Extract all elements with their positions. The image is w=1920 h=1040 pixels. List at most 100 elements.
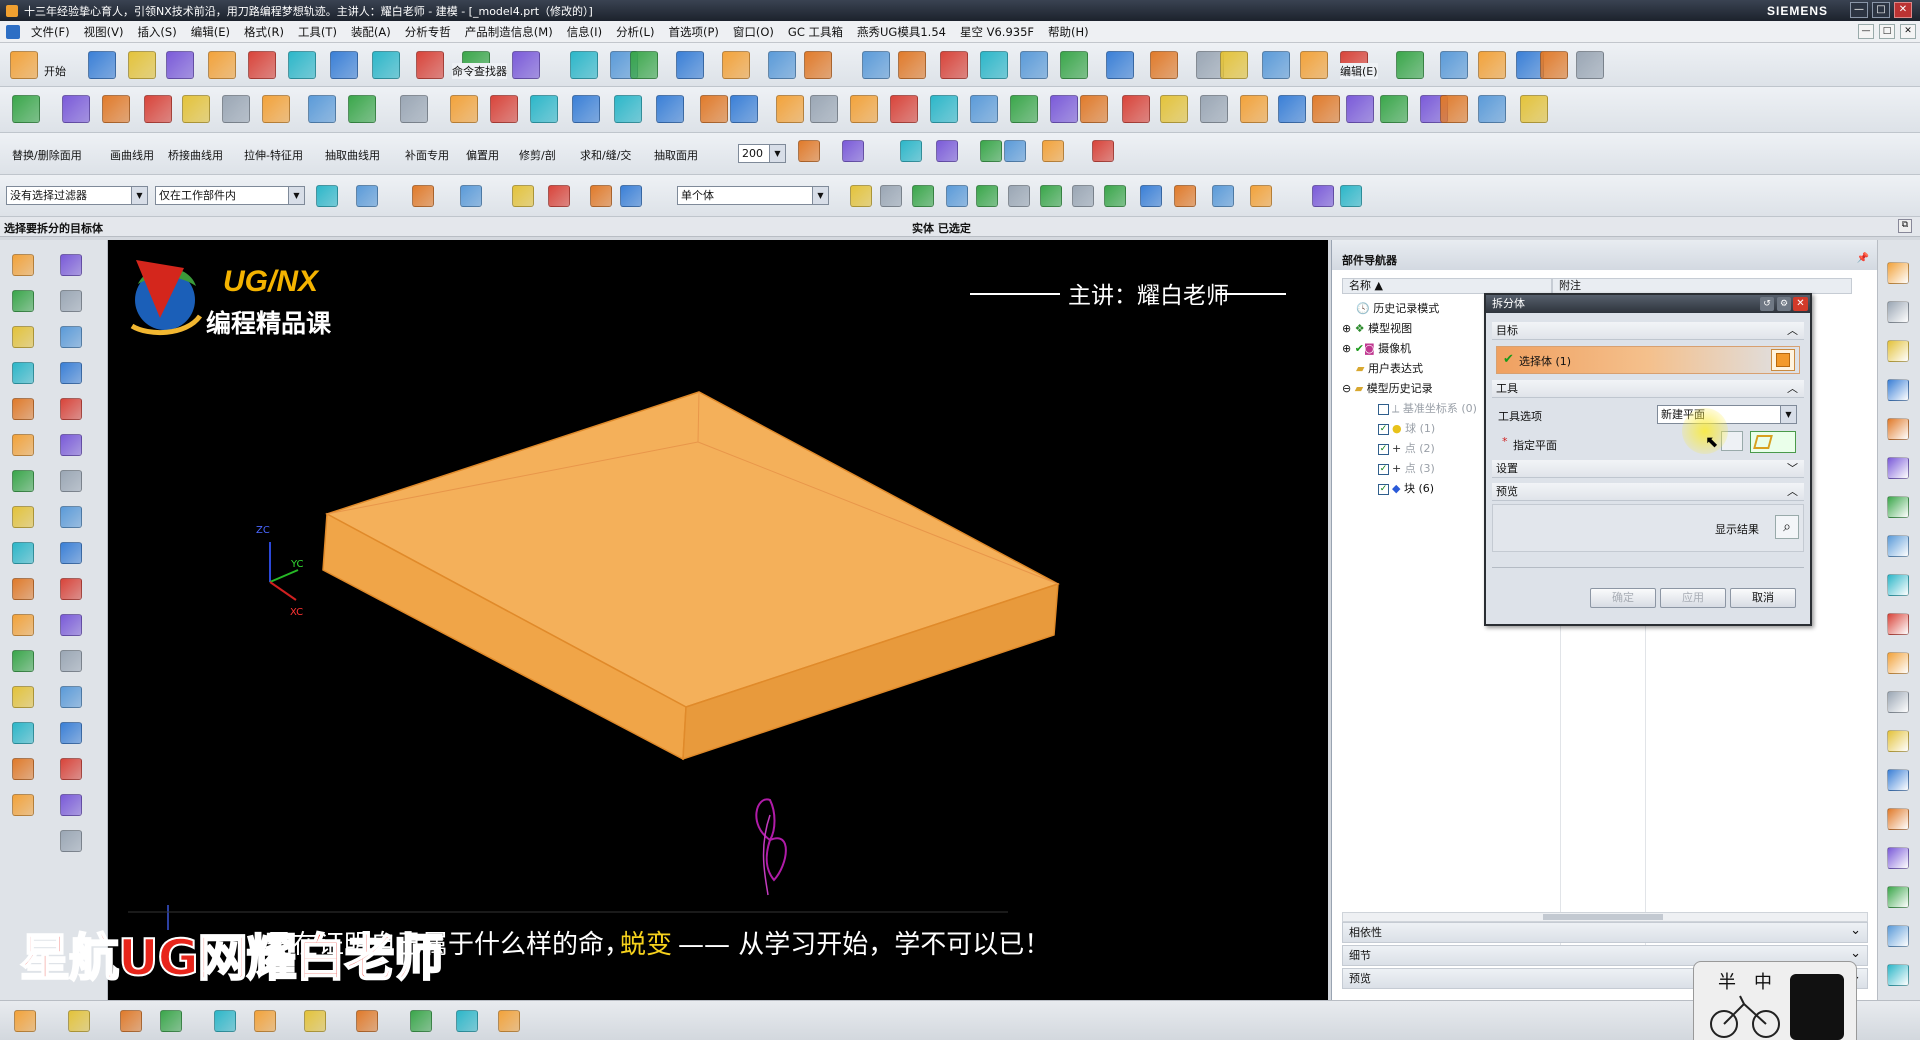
- column-note-header[interactable]: 附注: [1552, 278, 1852, 294]
- row1-tool-icon-19[interactable]: [862, 51, 890, 79]
- resource-tab-icon-17[interactable]: [1887, 925, 1909, 947]
- row2-tool-icon-26[interactable]: [1080, 95, 1108, 123]
- left-tool-icon-12-1[interactable]: [60, 686, 82, 708]
- bottom-tool-icon-5[interactable]: [254, 1010, 276, 1032]
- row2-tool-icon-29[interactable]: [1200, 95, 1228, 123]
- row2-tool-icon-8[interactable]: [348, 95, 376, 123]
- row2-tool-icon-30[interactable]: [1240, 95, 1268, 123]
- row2-tool-icon-38[interactable]: [1520, 95, 1548, 123]
- bottom-tool-icon-10[interactable]: [498, 1010, 520, 1032]
- magnifier-icon[interactable]: ⌕: [1775, 515, 1799, 539]
- resource-tab-icon-11[interactable]: [1887, 691, 1909, 713]
- menu-item-4[interactable]: 格式(R): [237, 24, 291, 40]
- resource-tab-icon-4[interactable]: [1887, 418, 1909, 440]
- row1-tool-icon-16[interactable]: [722, 51, 750, 79]
- row2-tool-icon-7[interactable]: [308, 95, 336, 123]
- minimize-button[interactable]: —: [1850, 2, 1868, 18]
- row2-tool-icon-31[interactable]: [1278, 95, 1306, 123]
- pin-icon[interactable]: 📌: [1857, 253, 1869, 264]
- row2-tool-icon-5[interactable]: [222, 95, 250, 123]
- left-tool-icon-12-0[interactable]: [12, 686, 34, 708]
- left-tool-icon-10-1[interactable]: [60, 614, 82, 636]
- left-tool-icon-9-1[interactable]: [60, 578, 82, 600]
- row4-tool-icon-7[interactable]: [620, 185, 642, 207]
- row2-tool-icon-28[interactable]: [1160, 95, 1188, 123]
- resource-tab-icon-15[interactable]: [1887, 847, 1909, 869]
- row1-tool-icon-25[interactable]: [1106, 51, 1134, 79]
- column-name-header[interactable]: 名称 ▲: [1342, 278, 1552, 294]
- checkbox[interactable]: [1378, 403, 1389, 415]
- tree-item-model-views[interactable]: ⊕ ❖ 模型视图: [1342, 320, 1412, 336]
- row2-tool-icon-37[interactable]: [1478, 95, 1506, 123]
- row2-tool-icon-18[interactable]: [776, 95, 804, 123]
- row1-tool-icon-1[interactable]: [88, 51, 116, 79]
- row1-tool-icon-26[interactable]: [1150, 51, 1178, 79]
- left-tool-icon-0-1[interactable]: [60, 254, 82, 276]
- section-preview[interactable]: 预览 ︿: [1492, 483, 1804, 501]
- expand-icon[interactable]: ⊕: [1342, 322, 1351, 335]
- left-tool-icon-2-1[interactable]: [60, 326, 82, 348]
- row4-tool-icon-10[interactable]: [912, 185, 934, 207]
- row1-tool-icon-14[interactable]: [630, 51, 658, 79]
- row4-tool-icon-18[interactable]: [1174, 185, 1196, 207]
- row4-tool-icon-4[interactable]: [512, 185, 534, 207]
- custom-menu-6[interactable]: 偏置用: [466, 147, 499, 163]
- row1-tool-icon-6[interactable]: [288, 51, 316, 79]
- row2-tool-icon-13[interactable]: [572, 95, 600, 123]
- resource-tab-icon-3[interactable]: [1887, 379, 1909, 401]
- row2-tool-icon-32[interactable]: [1312, 95, 1340, 123]
- row3-tool-icon-0[interactable]: [798, 140, 820, 162]
- row2-tool-icon-10[interactable]: [450, 95, 478, 123]
- row3-tool-icon-3[interactable]: [936, 140, 958, 162]
- menu-item-5[interactable]: 工具(T): [291, 24, 344, 40]
- tree-item-point-2[interactable]: ✓ + 点 (2): [1378, 440, 1435, 456]
- custom-menu-5[interactable]: 补面专用: [405, 147, 449, 163]
- dialog-close-button[interactable]: ✕: [1793, 297, 1808, 311]
- row2-tool-icon-27[interactable]: [1122, 95, 1150, 123]
- checkbox[interactable]: ✓: [1378, 443, 1389, 455]
- row1-tool-icon-20[interactable]: [898, 51, 926, 79]
- row1-tool-icon-15[interactable]: [676, 51, 704, 79]
- custom-menu-8[interactable]: 求和/缝/交: [580, 147, 631, 163]
- row1-tool-icon-4[interactable]: [208, 51, 236, 79]
- left-tool-icon-10-0[interactable]: [12, 614, 34, 636]
- menu-item-7[interactable]: 分析专哲: [398, 24, 458, 40]
- left-tool-icon-9-0[interactable]: [12, 578, 34, 600]
- resource-tab-icon-6[interactable]: [1887, 496, 1909, 518]
- left-tool-icon-11-0[interactable]: [12, 650, 34, 672]
- tree-item-cameras[interactable]: ⊕ ✔◙ 摄像机: [1342, 340, 1411, 356]
- bottom-tool-icon-1[interactable]: [68, 1010, 90, 1032]
- left-tool-icon-3-1[interactable]: [60, 362, 82, 384]
- apply-button[interactable]: 应用: [1660, 588, 1726, 608]
- menu-item-11[interactable]: 首选项(P): [661, 24, 725, 40]
- row2-tool-icon-6[interactable]: [262, 95, 290, 123]
- section-settings[interactable]: 设置 ﹀: [1492, 460, 1804, 478]
- row1-tool-icon-3[interactable]: [166, 51, 194, 79]
- left-tool-icon-15-1[interactable]: [60, 794, 82, 816]
- left-tool-icon-14-0[interactable]: [12, 758, 34, 780]
- tree-item-datum-csys[interactable]: ⟂ 基准坐标系 (0): [1378, 400, 1477, 416]
- zoom-select[interactable]: 200: [738, 144, 786, 163]
- ok-button[interactable]: 确定: [1590, 588, 1656, 608]
- resource-tab-icon-0[interactable]: [1887, 262, 1909, 284]
- menu-item-15[interactable]: 星空 V6.935F: [953, 24, 1041, 40]
- left-tool-icon-1-1[interactable]: [60, 290, 82, 312]
- row2-tool-icon-15[interactable]: [656, 95, 684, 123]
- row4-tool-icon-3[interactable]: [460, 185, 482, 207]
- menu-item-0[interactable]: 文件(F): [24, 24, 77, 40]
- left-tool-icon-5-1[interactable]: [60, 434, 82, 456]
- row2-tool-icon-0[interactable]: [12, 95, 40, 123]
- doc-restore-icon[interactable]: □: [1879, 24, 1895, 39]
- row2-tool-icon-11[interactable]: [490, 95, 518, 123]
- section-tool[interactable]: 工具 ︿: [1492, 380, 1804, 398]
- resource-tab-icon-8[interactable]: [1887, 574, 1909, 596]
- row2-tool-icon-23[interactable]: [970, 95, 998, 123]
- row1-tool-icon-29[interactable]: [1262, 51, 1290, 79]
- row2-tool-icon-9[interactable]: [400, 95, 428, 123]
- panel-dependencies[interactable]: 相依性: [1342, 921, 1868, 943]
- tree-item-history-mode[interactable]: 🕓 历史记录模式: [1356, 300, 1439, 316]
- section-target[interactable]: 目标 ︿: [1492, 322, 1804, 340]
- row3-tool-icon-6[interactable]: [1042, 140, 1064, 162]
- resource-tab-icon-18[interactable]: [1887, 964, 1909, 986]
- left-tool-icon-13-0[interactable]: [12, 722, 34, 744]
